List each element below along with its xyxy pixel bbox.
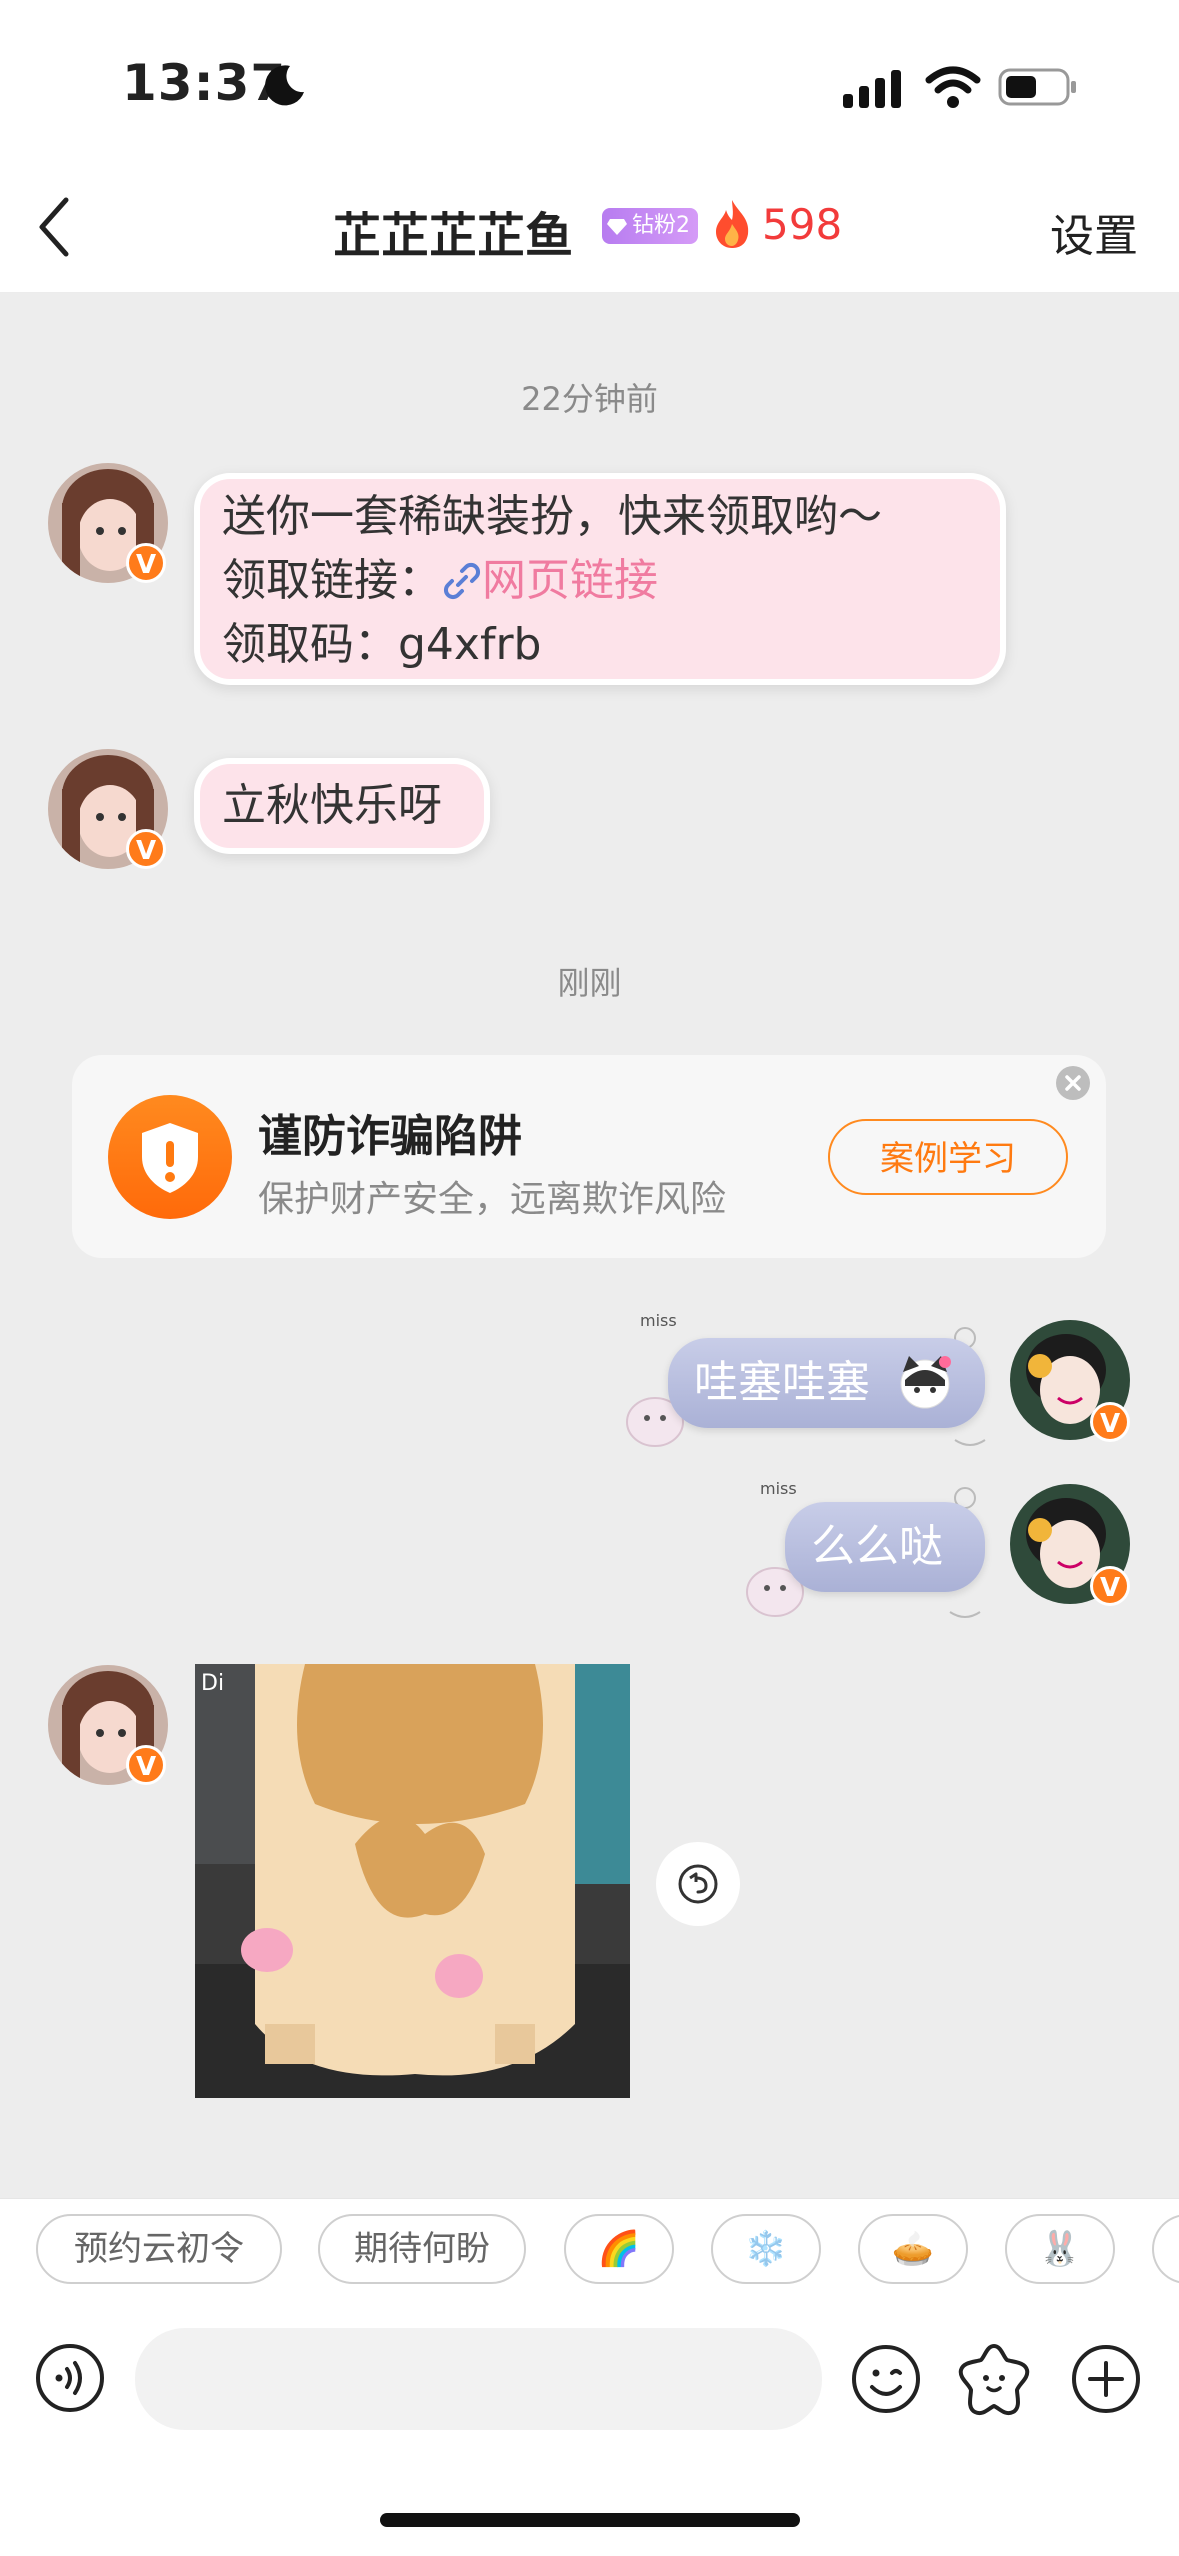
battery-icon — [998, 68, 1076, 106]
shield-icon — [108, 1095, 232, 1219]
emoji-icon[interactable] — [850, 2343, 922, 2415]
fire-count: 598 — [762, 200, 843, 249]
voice-icon[interactable] — [35, 2343, 105, 2413]
message-line: 送你一套稀缺装扮，快来领取哟～ — [222, 491, 882, 542]
verified-badge-icon: V — [126, 829, 166, 869]
quick-reply-chip[interactable]: 🌈 — [564, 2214, 674, 2284]
home-indicator — [380, 2513, 800, 2527]
cat-sticker-icon — [900, 1356, 951, 1409]
message-bubble[interactable]: 送你一套稀缺装扮，快来领取哟～ 领取链接： 网页链接 领取码：g4xfrb — [200, 479, 1000, 679]
fire-icon — [716, 200, 749, 248]
fan-badge-label: 钻粉2 — [632, 213, 690, 238]
link-label: 领取链接： — [222, 555, 442, 606]
svg-text:miss: miss — [760, 1479, 797, 1498]
message-line: 领取码：g4xfrb — [222, 619, 542, 670]
wifi-icon — [925, 66, 981, 108]
quick-reply-chip[interactable]: 期待何盼 — [318, 2214, 526, 2284]
fan-level-badge: 钻粉2 — [602, 208, 698, 244]
quick-reply-chip[interactable]: 🐰 — [1005, 2214, 1115, 2284]
moon-icon — [265, 65, 304, 106]
image-message[interactable]: Di — [195, 1664, 630, 2098]
settings-button[interactable]: 设置 — [1050, 200, 1138, 264]
fraud-title: 谨防诈骗陷阱 — [258, 1111, 522, 1162]
replay-icon[interactable] — [656, 1842, 740, 1926]
diamond-icon — [607, 219, 627, 235]
time-divider: 22分钟前 — [521, 380, 658, 418]
signal-icon — [843, 70, 901, 108]
message-bubble[interactable]: 立秋快乐呀 — [200, 764, 484, 848]
fraud-subtitle: 保护财产安全，远离欺诈风险 — [258, 1179, 727, 1220]
message-line: 领取链接： 网页链接 — [222, 549, 1000, 613]
close-icon[interactable] — [1056, 1066, 1090, 1100]
case-study-button[interactable]: 案例学习 — [828, 1119, 1068, 1195]
verified-badge-icon: V — [126, 1745, 166, 1785]
message-text: 么么哒 — [811, 1521, 943, 1572]
nav-bar — [0, 172, 1179, 293]
plus-icon[interactable] — [1070, 2343, 1142, 2415]
verified-badge-icon: V — [1090, 1566, 1130, 1606]
quick-reply-chip[interactable]: 🥧 — [858, 2214, 968, 2284]
message-text: 哇塞哇塞 — [694, 1357, 870, 1408]
page-title: 芷芷芷芷鱼 — [333, 208, 574, 264]
quick-reply-chip[interactable]: ❄️ — [711, 2214, 821, 2284]
back-icon[interactable] — [30, 192, 80, 262]
web-link[interactable]: 网页链接 — [482, 555, 658, 606]
verified-badge-icon: V — [1090, 1402, 1130, 1442]
link-icon — [443, 562, 481, 600]
message-input[interactable] — [135, 2328, 822, 2430]
time-divider: 刚刚 — [557, 964, 622, 1002]
quick-reply-chip[interactable]: 预约云初令 — [36, 2214, 282, 2284]
verified-badge-icon: V — [126, 543, 166, 583]
svg-text:miss: miss — [640, 1311, 677, 1330]
my-message-bubble[interactable]: 么么哒 — [785, 1502, 985, 1592]
photo-watermark: Di — [201, 1671, 224, 1696]
sticker-icon[interactable] — [955, 2340, 1033, 2418]
